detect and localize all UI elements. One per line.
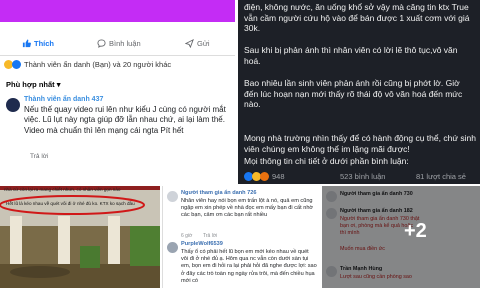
share-label: Gửi (197, 39, 210, 48)
left-post-panel: Thích Bình luận Gửi Thành viên ẩn danh (… (0, 0, 235, 186)
avatar[interactable] (6, 98, 20, 112)
thumbs-up-icon (22, 39, 31, 48)
sort-label: Phù hợp nhất (6, 80, 55, 89)
send-icon (185, 39, 194, 48)
avatar[interactable] (167, 191, 178, 202)
like-emoji-icon (12, 60, 21, 69)
post-paragraph: Sau khi bị phản ánh thì nhân viên có lời… (244, 45, 458, 66)
reactions-summary[interactable]: 948 (244, 172, 285, 181)
share-button[interactable]: Gửi (185, 39, 210, 48)
post-paragraph: Bao nhiêu lần sinh viên phản ánh rồi cũn… (244, 78, 463, 110)
more-images-overlay (322, 186, 480, 288)
post-action-bar: Thích Bình luận Gửi (0, 36, 235, 54)
post-paragraph: Mọi thông tin chi tiết ở dưới phần bình … (244, 156, 409, 166)
comment-author[interactable]: PurpleWolf6539 (181, 241, 301, 247)
chevron-down-icon: ▾ (56, 80, 61, 89)
header-banner (0, 0, 235, 22)
angry-emoji-icon (260, 172, 269, 181)
comment-time: 6 giờ (181, 233, 193, 239)
comment-sort-dropdown[interactable]: Phù hợp nhất ▾ (6, 80, 61, 89)
comment-text: Nhân viên hay nói bọn em trấn lột à nó, … (181, 198, 314, 219)
dormitory-photo[interactable]: nhà cứ còn lại ra mang chiết nhưn, có nh… (0, 186, 160, 288)
comment-author[interactable]: Thành viên ẩn danh 437 (24, 96, 229, 103)
comment-text: Nếu thế quay video rui lên như kiểu J cù… (24, 105, 226, 135)
like-label: Thích (34, 39, 54, 48)
reactions-text: Thành viên ẩn danh (Bạn) và 20 người khá… (24, 60, 172, 69)
circled-comment-text: Hết lũ là kéo nhau về quét vôi đi ở nhé … (6, 201, 135, 206)
post-paragraph: Mong nhà trường nhìn thấy để có hành độn… (244, 133, 476, 154)
reply-link[interactable]: Trả lời (203, 233, 217, 239)
like-button[interactable]: Thích (22, 39, 54, 48)
comments-screenshot-right[interactable]: Người tham gia ẩn danh 730 Người tham gi… (322, 186, 480, 288)
comment-button[interactable]: Bình luận (97, 39, 141, 48)
comment-bubble: Thành viên ẩn danh 437 Nếu thế quay vide… (24, 96, 229, 136)
divider (0, 55, 235, 56)
comment-label: Bình luận (109, 39, 141, 48)
comment-count[interactable]: 523 bình luận (340, 172, 385, 181)
reply-link[interactable]: Trả lời (30, 153, 48, 160)
comments-screenshot-middle: Người tham gia ẩn danh 726 Nhân viên hay… (162, 186, 320, 288)
share-count[interactable]: 81 lượt chia sẻ (416, 172, 466, 181)
photo-top-text: nhà cứ còn lại ra mang chiết nhưn, có nh… (4, 187, 121, 192)
comment-text: Thấy ổ có phải hết lũ bọn em mới kéo nha… (181, 249, 317, 284)
comment-author[interactable]: Người tham gia ẩn danh 726 (181, 190, 301, 196)
comment-bubble-icon (97, 39, 106, 48)
reactions-summary[interactable]: Thành viên ẩn danh (Bạn) và 20 người khá… (4, 60, 171, 69)
post-paragraph: điện, không nước, ăn uống khổ sở vậy mà … (244, 2, 470, 34)
reaction-count: 948 (272, 172, 285, 181)
avatar[interactable] (167, 242, 178, 253)
right-post-panel: điện, không nước, ăn uống khổ sở vậy mà … (238, 0, 480, 184)
more-images-count: +2 (404, 220, 427, 242)
